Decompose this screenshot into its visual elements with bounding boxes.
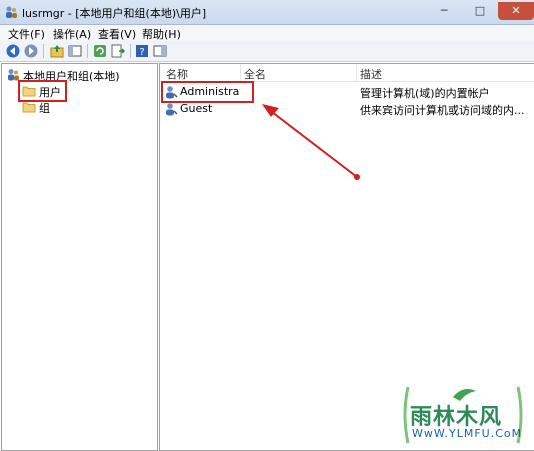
- forward-arrow-icon[interactable]: [24, 44, 38, 58]
- user-account-icon: [166, 86, 178, 99]
- column-fullname[interactable]: 全名: [244, 66, 266, 82]
- show-hide-tree-icon[interactable]: [68, 44, 82, 58]
- toolbar-separator: [130, 44, 131, 58]
- column-divider[interactable]: [356, 64, 357, 81]
- tree-item-groups[interactable]: 组: [22, 99, 82, 115]
- user-description: 管理计算机(域)的内置帐户: [360, 87, 490, 100]
- menu-view[interactable]: 查看(V): [98, 26, 136, 42]
- user-description: 供来宾访问计算机或访问域的内...: [360, 104, 525, 117]
- title-bar: lusrmgr - [本地用户和组(本地)\用户] ─ □ ✕: [0, 0, 534, 25]
- folder-icon: [22, 86, 36, 97]
- menu-action[interactable]: 操作(A): [53, 26, 91, 42]
- close-button[interactable]: ✕: [498, 2, 534, 20]
- toolbar-separator: [43, 44, 44, 58]
- menu-help[interactable]: 帮助(H): [142, 26, 181, 42]
- tree-item-label: 组: [39, 102, 50, 115]
- minimize-button[interactable]: ─: [426, 2, 462, 20]
- refresh-icon[interactable]: [93, 44, 107, 58]
- watermark-logo: 雨林木风 WwW.YLMFU.CoM: [398, 385, 528, 445]
- tree-pane[interactable]: 本地用户和组(本地) 用户 组: [1, 63, 158, 451]
- back-arrow-icon[interactable]: [6, 44, 20, 58]
- column-header: 名称 全名 描述: [160, 64, 534, 82]
- tree-item-users[interactable]: 用户: [22, 83, 82, 99]
- folder-icon: [22, 102, 36, 113]
- user-name: Guest: [180, 102, 213, 115]
- column-description[interactable]: 描述: [360, 66, 382, 82]
- tree-item-label: 用户: [39, 86, 61, 99]
- menu-bar: 文件(F) 操作(A) 查看(V) 帮助(H): [0, 25, 534, 41]
- menu-file[interactable]: 文件(F): [8, 26, 45, 42]
- toolbar: ?: [0, 41, 534, 62]
- list-row-administrator[interactable]: Administrat... 管理计算机(域)的内置帐户: [160, 84, 534, 100]
- help-icon[interactable]: ?: [135, 44, 149, 58]
- export-list-icon[interactable]: [111, 44, 125, 58]
- app-users-icon: [6, 6, 17, 18]
- tree-root-local-users-groups[interactable]: 本地用户和组(本地): [6, 67, 156, 83]
- list-row-guest[interactable]: Guest 供来宾访问计算机或访问域的内...: [160, 101, 534, 117]
- toolbar-separator: [87, 44, 88, 58]
- tree-root-label: 本地用户和组(本地): [23, 70, 120, 83]
- user-name: Administrat...: [180, 85, 240, 98]
- user-account-icon: [166, 103, 178, 116]
- column-name[interactable]: 名称: [166, 66, 188, 82]
- up-folder-icon[interactable]: [50, 44, 64, 58]
- column-divider[interactable]: [240, 64, 241, 81]
- window-title: lusrmgr - [本地用户和组(本地)\用户]: [22, 7, 207, 20]
- watermark-url: WwW.YLMFU.CoM: [412, 427, 523, 440]
- users-groups-icon: [8, 69, 19, 81]
- maximize-button[interactable]: □: [462, 2, 498, 20]
- properties-pane-icon[interactable]: [153, 44, 167, 58]
- svg-text:?: ?: [139, 47, 144, 58]
